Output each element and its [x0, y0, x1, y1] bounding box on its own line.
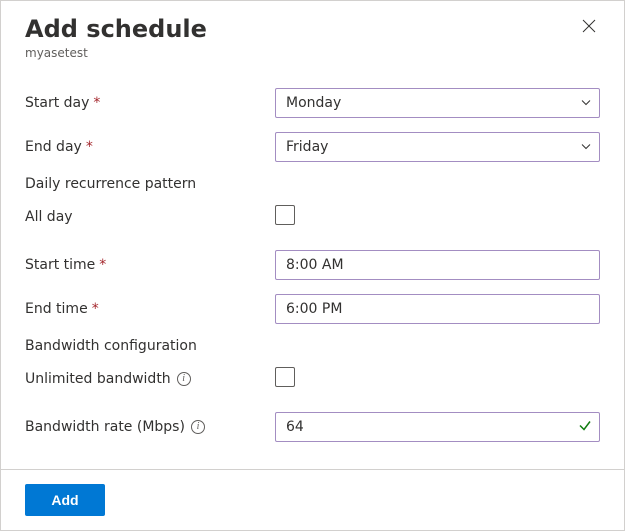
row-all-day: All day	[25, 202, 600, 232]
close-button[interactable]	[578, 15, 600, 37]
panel-title: Add schedule	[25, 15, 207, 44]
label-start-time-text: Start time	[25, 257, 95, 273]
all-day-checkbox[interactable]	[275, 205, 295, 225]
unlimited-bandwidth-checkbox[interactable]	[275, 367, 295, 387]
close-icon	[582, 19, 596, 33]
label-end-day-text: End day	[25, 139, 82, 155]
label-start-day-text: Start day	[25, 95, 89, 111]
required-marker: *	[99, 258, 106, 272]
label-start-day: Start day *	[25, 95, 275, 111]
start-day-select[interactable]: Monday	[275, 88, 600, 118]
end-day-select[interactable]: Friday	[275, 132, 600, 162]
start-time-input[interactable]	[275, 250, 600, 280]
row-end-day: End day * Friday	[25, 132, 600, 162]
add-button[interactable]: Add	[25, 484, 105, 516]
panel-footer: Add	[1, 469, 624, 530]
label-start-time: Start time *	[25, 257, 275, 273]
section-bandwidth-config: Bandwidth configuration	[25, 338, 600, 354]
label-all-day-text: All day	[25, 209, 73, 225]
section-daily-recurrence: Daily recurrence pattern	[25, 176, 600, 192]
required-marker: *	[92, 302, 99, 316]
panel-subtitle: myasetest	[25, 46, 207, 60]
row-unlimited-bandwidth: Unlimited bandwidth i	[25, 364, 600, 394]
form: Start day * Monday End day *	[25, 88, 600, 442]
label-end-time-text: End time	[25, 301, 88, 317]
label-end-time: End time *	[25, 301, 275, 317]
label-all-day: All day	[25, 209, 275, 225]
label-bandwidth-rate: Bandwidth rate (Mbps) i	[25, 419, 275, 435]
label-end-day: End day *	[25, 139, 275, 155]
row-start-day: Start day * Monday	[25, 88, 600, 118]
info-icon[interactable]: i	[191, 420, 205, 434]
required-marker: *	[93, 96, 100, 110]
row-bandwidth-rate: Bandwidth rate (Mbps) i	[25, 412, 600, 442]
label-unlimited-bandwidth: Unlimited bandwidth i	[25, 371, 275, 387]
panel-header-text: Add schedule myasetest	[25, 15, 207, 60]
panel-body: Add schedule myasetest Start day *	[1, 1, 624, 469]
end-time-input[interactable]	[275, 294, 600, 324]
row-end-time: End time *	[25, 294, 600, 324]
row-start-time: Start time *	[25, 250, 600, 280]
panel-header: Add schedule myasetest	[25, 15, 600, 60]
label-bandwidth-rate-text: Bandwidth rate (Mbps)	[25, 419, 185, 435]
info-icon[interactable]: i	[177, 372, 191, 386]
required-marker: *	[86, 140, 93, 154]
add-schedule-panel: Add schedule myasetest Start day *	[0, 0, 625, 531]
label-unlimited-bandwidth-text: Unlimited bandwidth	[25, 371, 171, 387]
bandwidth-rate-input[interactable]	[275, 412, 600, 442]
